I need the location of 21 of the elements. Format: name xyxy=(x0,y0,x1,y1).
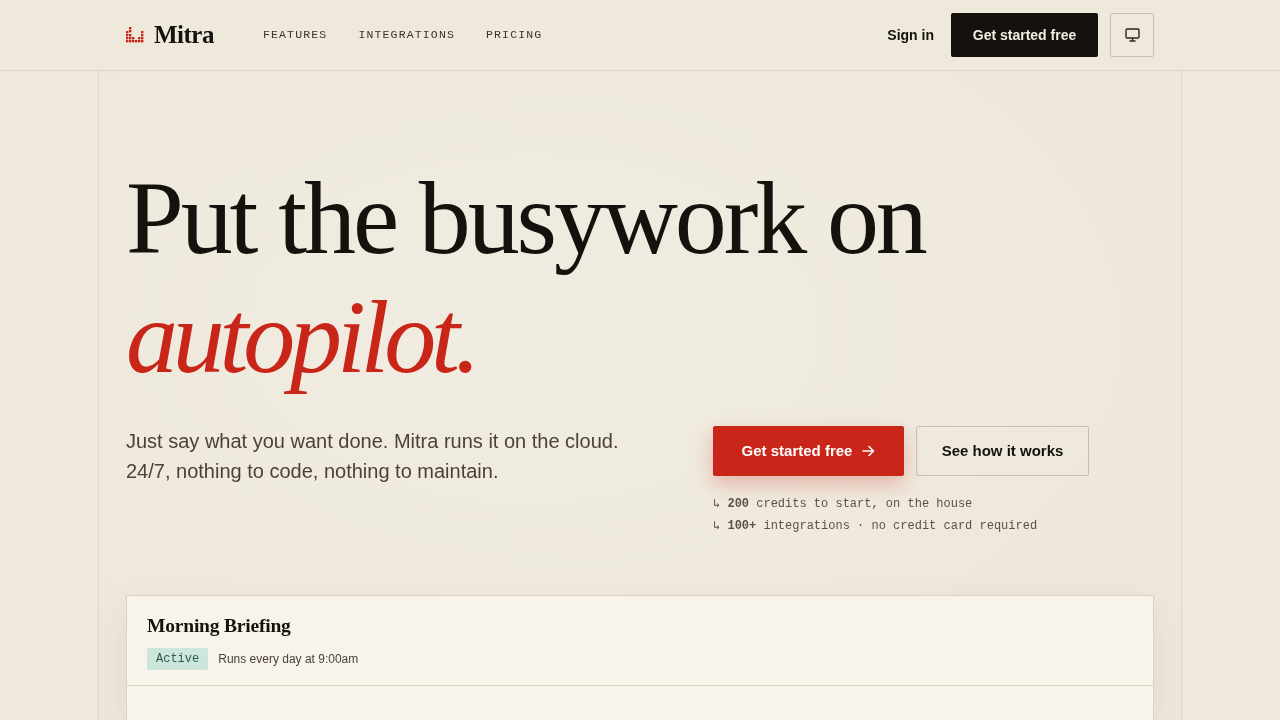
logo-icon xyxy=(126,27,146,43)
brand-link[interactable]: Mitra xyxy=(126,20,216,50)
headline: Put the busywork on xyxy=(126,159,927,277)
see-how-it-works-button[interactable]: See how it works xyxy=(916,426,1089,477)
brand-name: Mitra xyxy=(154,20,215,50)
sign-in-link[interactable]: Sign in xyxy=(887,24,934,46)
nav-link[interactable]: INTEGRATIONS xyxy=(358,26,455,44)
get-started-button[interactable]: Get started free xyxy=(951,13,1098,57)
note-text: ↳ 100+ integrations · no credit card required xyxy=(713,518,1039,536)
nav-link[interactable]: FEATURES xyxy=(262,26,328,44)
status-tag: Active xyxy=(147,648,209,671)
headline-accent: autopilot. xyxy=(126,277,477,396)
schedule-text: Runs every day at 9:00am xyxy=(218,651,359,669)
nav-link[interactable]: PRICING xyxy=(486,26,543,44)
theme-toggle-button[interactable] xyxy=(1110,13,1154,57)
get-started-button[interactable]: Get started free xyxy=(713,426,904,477)
hero-description: Just say what you want done. Mitra runs it on the cloud. 24/7, nothing to code, nothing to maintain. xyxy=(126,429,620,485)
note-text: ↳ 200 credits to start, on the house xyxy=(713,496,974,514)
card-title: Morning Briefing xyxy=(147,614,292,639)
monitor-icon xyxy=(1124,28,1140,42)
arrow-right-icon xyxy=(862,445,876,458)
